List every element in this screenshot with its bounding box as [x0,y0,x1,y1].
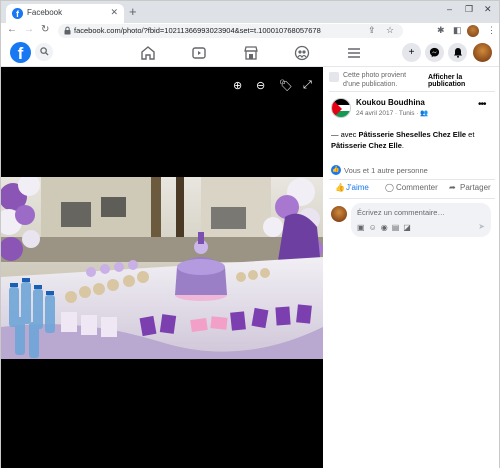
video-icon[interactable] [191,45,207,61]
chrome-menu-icon[interactable]: ⋮ [487,25,496,36]
side-panel-icon[interactable]: ◧ [453,25,462,36]
share-label: Partager [460,183,491,192]
divider [329,198,495,199]
comment-bubble-icon: ◯ [385,183,394,192]
fullscreen-icon[interactable]: ⤢ [303,79,312,92]
party-table-photo [1,177,323,359]
like-reaction-icon: 👍 [331,165,341,175]
profile-avatar-icon[interactable] [467,25,479,37]
more-options-icon[interactable]: ••• [478,99,486,110]
notice-text: Cette photo provient d'une publication. [343,72,407,88]
caption-prefix: — avec [331,130,359,139]
post-meta: 24 avril 2017 · Tunis · 👥 [356,110,429,117]
account-avatar[interactable] [473,43,492,62]
commenter-avatar [331,206,347,222]
photo-viewer: ⊕ ⊖ 🏷 ⤢ [1,67,323,468]
comment-tools: ▣☺◉▤◪ [357,223,415,232]
messenger-icon[interactable] [425,43,444,62]
url-text: facebook.com/photo/?fbid=102113669930239… [74,26,321,35]
view-publication-button[interactable]: Afficher la publication [428,74,497,88]
gif-icon[interactable]: ▤ [392,223,404,232]
maximize-button[interactable]: ❐ [465,4,473,15]
zoom-out-icon[interactable]: ⊖ [256,79,265,92]
reload-icon[interactable]: ↻ [41,24,49,35]
share-page-icon[interactable]: ⇪ [368,25,376,36]
notifications-bell-icon[interactable] [448,43,467,62]
lock-icon [64,26,71,35]
tag-icon[interactable]: 🏷 [279,79,293,92]
camera-icon[interactable]: ◉ [381,223,392,232]
bookmark-star-icon[interactable]: ☆ [386,25,394,36]
author-avatar[interactable] [331,98,351,118]
divider [329,91,495,92]
tagged-page-2[interactable]: Pâtisserie Chez Elle [331,141,402,150]
browser-toolbar: ← → ↻ facebook.com/photo/?fbid=102113669… [1,23,499,39]
extensions-icon[interactable]: ✱ [437,25,445,36]
notice-thumbnail [329,72,339,82]
tagged-page-1[interactable]: Pâtisserie Sheselles Chez Elle [359,130,467,139]
home-icon[interactable] [140,45,156,61]
new-tab-button[interactable]: + [129,4,137,20]
thumbs-up-icon: 👍 [335,183,345,192]
caption-end: . [401,141,404,150]
zoom-in-icon[interactable]: ⊕ [233,79,242,92]
comment-button[interactable]: ◯ Commenter [385,183,438,192]
address-bar[interactable]: facebook.com/photo/?fbid=102113669930239… [58,24,403,38]
post-actions: 👍J'aime ◯ Commenter ➦ Partager [329,182,497,196]
marketplace-icon[interactable] [243,45,259,61]
avatar-sticker-icon[interactable]: ▣ [357,223,369,232]
forward-arrow-icon[interactable]: → [24,24,34,35]
facebook-favicon-icon: f [12,8,23,19]
post-panel: Cette photo provient d'une publication. … [323,67,499,468]
reactions-text: Vous et 1 autre personne [344,166,428,175]
close-window-button[interactable]: ✕ [484,4,492,15]
tab-facebook[interactable]: f Facebook ✕ [6,4,124,23]
comment-placeholder: Écrivez un commentaire… [357,208,445,217]
create-plus-icon[interactable]: + [402,43,421,62]
like-button[interactable]: 👍J'aime [335,183,369,192]
tab-strip: f Facebook ✕ + – ❐ ✕ [1,1,499,23]
facebook-header: f + [1,39,499,67]
back-arrow-icon[interactable]: ← [7,24,17,35]
post-caption: — avec Pâtisserie Sheselles Chez Elle et… [331,129,496,151]
send-icon[interactable]: ➤ [478,222,485,231]
menu-icon[interactable] [346,45,362,61]
divider [329,179,495,180]
author-name[interactable]: Koukou Boudhina [356,98,425,107]
browser-window: f Facebook ✕ + – ❐ ✕ ← → ↻ facebook.com/… [0,0,500,468]
search-icon[interactable] [35,43,53,61]
tab-close-icon[interactable]: ✕ [110,7,118,18]
facebook-logo-icon[interactable]: f [10,42,31,63]
like-label: J'aime [346,183,369,192]
share-button[interactable]: ➦ Partager [449,183,491,192]
comment-label: Commenter [396,183,438,192]
emoji-icon[interactable]: ☺ [369,223,381,232]
minimize-button[interactable]: – [447,4,452,14]
tab-title: Facebook [27,8,63,17]
sticker-icon[interactable]: ◪ [403,223,415,232]
caption-mid: et [466,130,475,139]
share-arrow-icon: ➦ [449,183,456,192]
groups-icon[interactable] [294,45,310,61]
comment-input[interactable]: Écrivez un commentaire… ▣☺◉▤◪ ➤ [351,203,491,237]
